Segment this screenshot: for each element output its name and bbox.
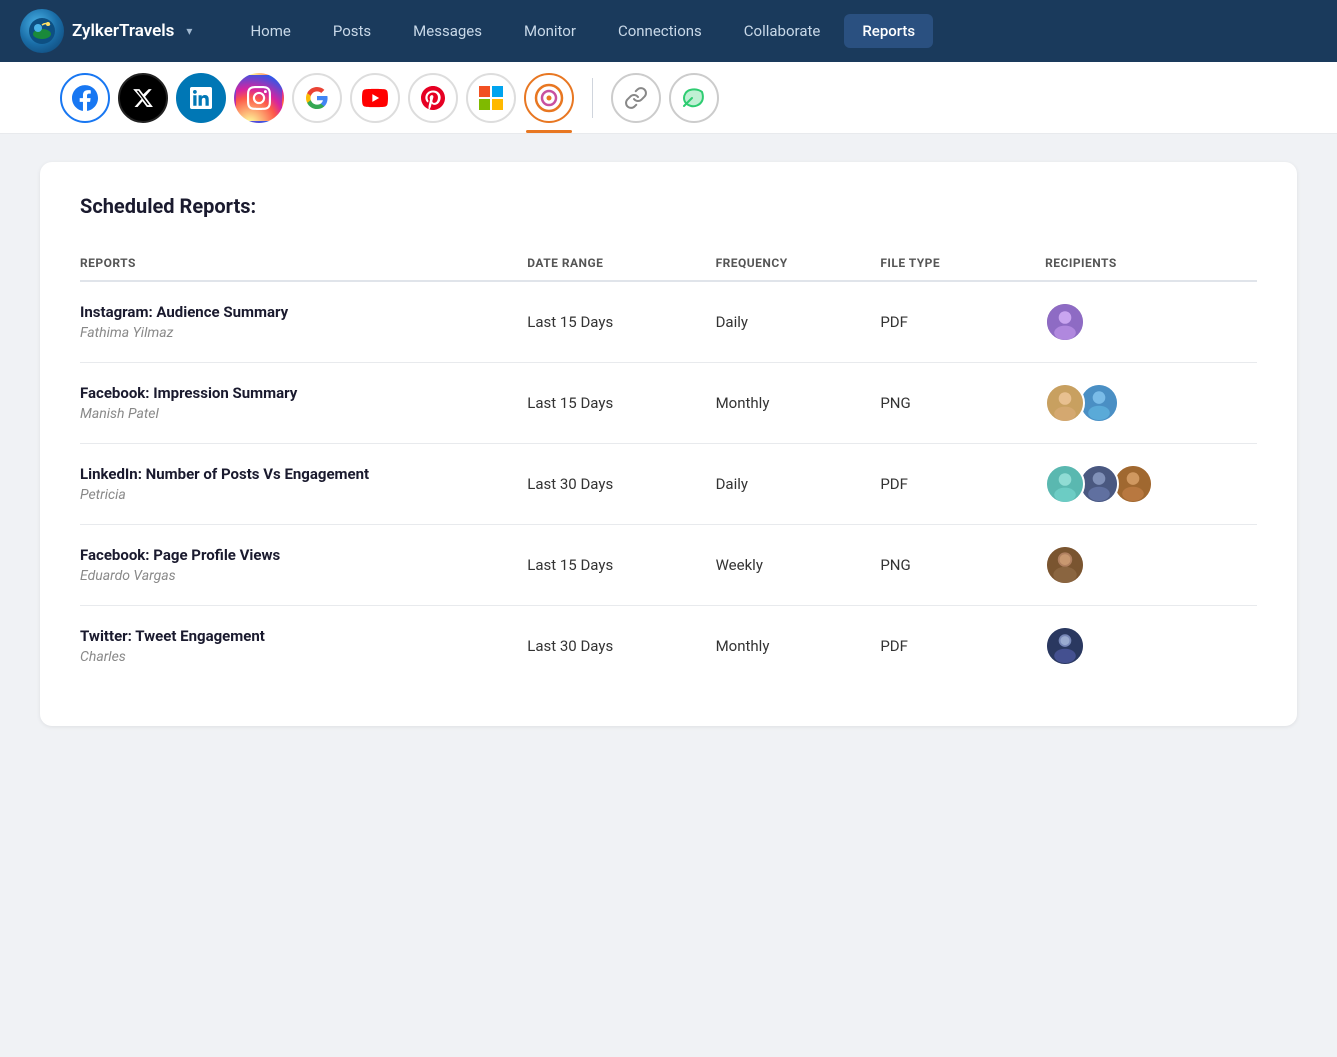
table-row: LinkedIn: Number of Posts Vs Engagement …	[80, 444, 1257, 525]
social-leaf[interactable]	[669, 73, 719, 123]
avatar	[1079, 383, 1119, 423]
report-owner-1: Fathima Yilmaz	[80, 325, 511, 341]
social-linkedin[interactable]	[176, 73, 226, 123]
recipients-5	[1045, 606, 1257, 687]
recipients-2	[1045, 363, 1257, 444]
reports-card: Scheduled Reports: REPORTS DATE RANGE FR…	[40, 162, 1297, 726]
report-owner-2: Manish Patel	[80, 406, 511, 422]
social-bar	[0, 62, 1337, 134]
recipients-4	[1045, 525, 1257, 606]
filetype-3: PDF	[880, 444, 1045, 525]
frequency-4: Weekly	[716, 525, 881, 606]
social-zohosocial[interactable]	[524, 73, 574, 123]
date-range-4: Last 15 Days	[527, 525, 715, 606]
nav-posts[interactable]: Posts	[315, 14, 389, 48]
page-title: Scheduled Reports:	[80, 194, 1257, 218]
table-row: Facebook: Page Profile Views Eduardo Var…	[80, 525, 1257, 606]
nav-monitor[interactable]: Monitor	[506, 14, 594, 48]
brand[interactable]: ZylkerTravels ▾	[20, 9, 192, 53]
social-twitter-x[interactable]	[118, 73, 168, 123]
social-link[interactable]	[611, 73, 661, 123]
report-cell-4: Facebook: Page Profile Views Eduardo Var…	[80, 525, 527, 606]
report-cell-5: Twitter: Tweet Engagement Charles	[80, 606, 527, 687]
nav-collaborate[interactable]: Collaborate	[726, 14, 839, 48]
report-owner-4: Eduardo Vargas	[80, 568, 511, 584]
date-range-5: Last 30 Days	[527, 606, 715, 687]
report-cell-3: LinkedIn: Number of Posts Vs Engagement …	[80, 444, 527, 525]
social-windows[interactable]	[466, 73, 516, 123]
report-cell-1: Instagram: Audience Summary Fathima Yilm…	[80, 281, 527, 363]
filetype-1: PDF	[880, 281, 1045, 363]
avatar	[1045, 383, 1085, 423]
table-row: Twitter: Tweet Engagement Charles Last 3…	[80, 606, 1257, 687]
avatar	[1045, 464, 1085, 504]
social-instagram[interactable]	[234, 73, 284, 123]
social-divider	[592, 78, 593, 118]
main-content: Scheduled Reports: REPORTS DATE RANGE FR…	[0, 134, 1337, 754]
social-google[interactable]	[292, 73, 342, 123]
col-reports: REPORTS	[80, 246, 527, 281]
avatar	[1045, 302, 1085, 342]
frequency-3: Daily	[716, 444, 881, 525]
report-owner-3: Petricia	[80, 487, 511, 503]
frequency-1: Daily	[716, 281, 881, 363]
report-name-5: Twitter: Tweet Engagement	[80, 627, 511, 645]
report-name-4: Facebook: Page Profile Views	[80, 546, 511, 564]
col-recipients: RECIPIENTS	[1045, 246, 1257, 281]
brand-name: ZylkerTravels	[72, 21, 174, 41]
social-youtube[interactable]	[350, 73, 400, 123]
filetype-2: PNG	[880, 363, 1045, 444]
report-name-3: LinkedIn: Number of Posts Vs Engagement	[80, 465, 511, 483]
brand-chevron: ▾	[186, 24, 192, 38]
nav-connections[interactable]: Connections	[600, 14, 720, 48]
date-range-2: Last 15 Days	[527, 363, 715, 444]
avatar	[1113, 464, 1153, 504]
table-row: Instagram: Audience Summary Fathima Yilm…	[80, 281, 1257, 363]
nav-reports[interactable]: Reports	[844, 14, 933, 48]
social-facebook[interactable]	[60, 73, 110, 123]
avatar	[1079, 464, 1119, 504]
table-body: Instagram: Audience Summary Fathima Yilm…	[80, 281, 1257, 686]
date-range-1: Last 15 Days	[527, 281, 715, 363]
social-pinterest[interactable]	[408, 73, 458, 123]
nav-messages[interactable]: Messages	[395, 14, 500, 48]
report-cell-2: Facebook: Impression Summary Manish Pate…	[80, 363, 527, 444]
frequency-5: Monthly	[716, 606, 881, 687]
recipients-1	[1045, 281, 1257, 363]
report-name-1: Instagram: Audience Summary	[80, 303, 511, 321]
table-header: REPORTS DATE RANGE FREQUENCY FILE TYPE R…	[80, 246, 1257, 281]
report-name-2: Facebook: Impression Summary	[80, 384, 511, 402]
avatar	[1045, 626, 1085, 666]
report-owner-5: Charles	[80, 649, 511, 665]
avatar	[1045, 545, 1085, 585]
filetype-5: PDF	[880, 606, 1045, 687]
reports-table: REPORTS DATE RANGE FREQUENCY FILE TYPE R…	[80, 246, 1257, 686]
filetype-4: PNG	[880, 525, 1045, 606]
recipients-3	[1045, 444, 1257, 525]
navbar: ZylkerTravels ▾ Home Posts Messages Moni…	[0, 0, 1337, 62]
nav-links: Home Posts Messages Monitor Connections …	[232, 14, 1317, 48]
nav-home[interactable]: Home	[232, 14, 308, 48]
col-frequency: FREQUENCY	[716, 246, 881, 281]
date-range-3: Last 30 Days	[527, 444, 715, 525]
col-daterange: DATE RANGE	[527, 246, 715, 281]
col-filetype: FILE TYPE	[880, 246, 1045, 281]
brand-logo	[20, 9, 64, 53]
table-row: Facebook: Impression Summary Manish Pate…	[80, 363, 1257, 444]
frequency-2: Monthly	[716, 363, 881, 444]
